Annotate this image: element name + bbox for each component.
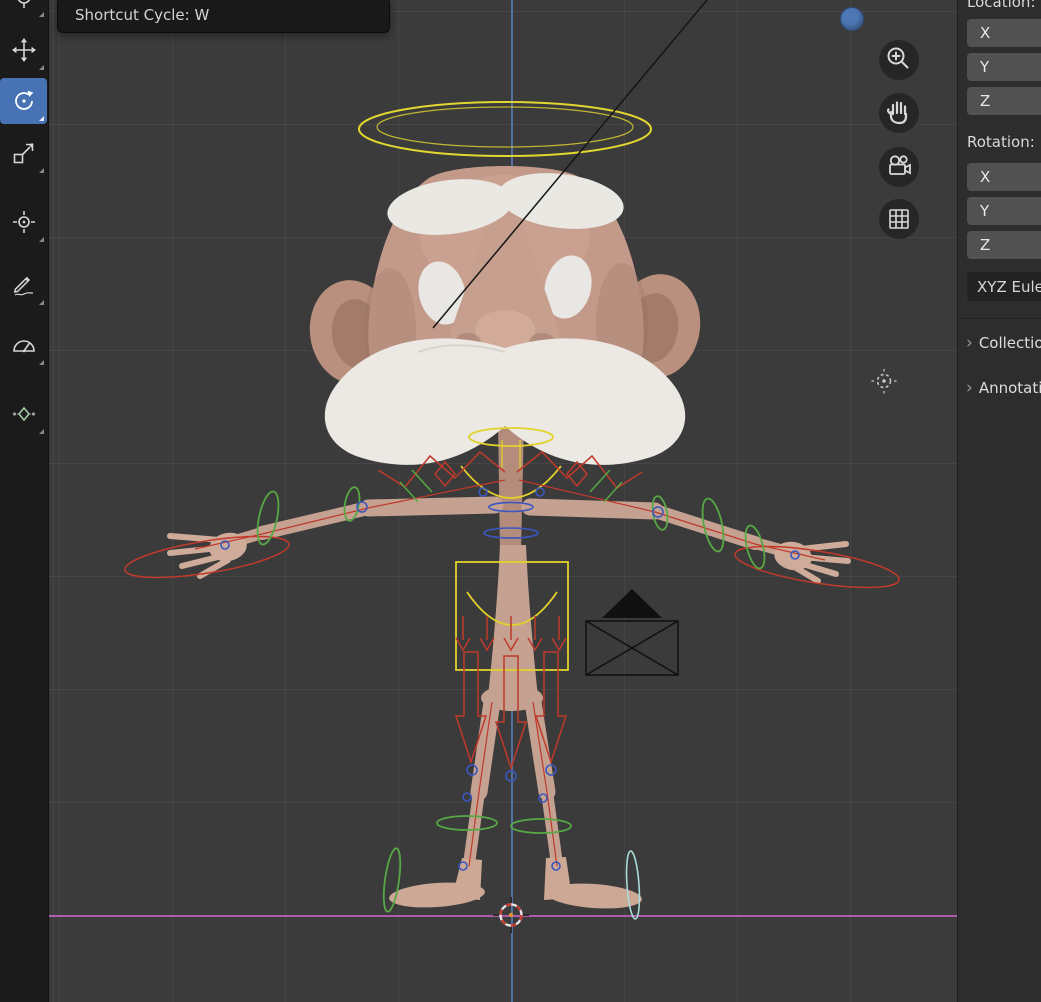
panel-separator — [958, 318, 1041, 319]
grid-icon — [879, 199, 919, 239]
axis-label: Z — [980, 92, 990, 110]
transform-gizmo-icon — [11, 209, 37, 235]
rotation-y-field[interactable]: Y — [967, 197, 1041, 225]
axis-label: Y — [980, 58, 989, 76]
tool-move[interactable] — [0, 27, 47, 73]
section-label: Annotations — [979, 379, 1041, 397]
cyan-ring — [625, 851, 642, 920]
section-label: Collections — [979, 334, 1041, 352]
chevron-right-icon: › — [966, 380, 973, 397]
camera-view-button[interactable] — [879, 147, 919, 187]
tooltip-text: Shortcut Cycle: W — [75, 6, 209, 24]
scale-icon — [11, 140, 37, 166]
light-object-icon — [872, 369, 897, 394]
pan-button[interactable] — [879, 93, 919, 133]
empty-object — [586, 589, 678, 675]
tool-measure[interactable] — [0, 322, 47, 368]
transform-sidebar: Location: X Y Z Rotation: X Y Z XYZ Eule… — [957, 0, 1041, 1002]
magnifier-plus-icon — [879, 40, 919, 80]
location-label: Location: — [967, 0, 1036, 11]
rotation-x-field[interactable]: X — [967, 163, 1041, 191]
toolbar — [0, 0, 49, 1002]
tool-transform[interactable] — [0, 199, 47, 245]
location-z-field[interactable]: Z — [967, 87, 1041, 115]
cursor-crosshair-icon — [11, 0, 37, 10]
location-y-field[interactable]: Y — [967, 53, 1041, 81]
section-collections[interactable]: › Collections — [958, 328, 1041, 358]
section-annotations[interactable]: › Annotations — [958, 373, 1041, 403]
toggle-grid-button[interactable] — [879, 199, 919, 239]
tool-cursor[interactable] — [0, 0, 47, 20]
halo — [359, 102, 651, 156]
rotation-mode-dropdown[interactable]: XYZ Euler — [967, 272, 1041, 301]
tool-pose-breakdowner[interactable] — [0, 391, 47, 437]
move-arrows-icon — [11, 37, 37, 63]
axis-label: Y — [980, 202, 989, 220]
axis-label: X — [980, 24, 990, 42]
rotation-z-field[interactable]: Z — [967, 231, 1041, 259]
rotation-label: Rotation: — [967, 133, 1035, 151]
camera-icon — [879, 147, 919, 187]
breakdowner-diamond-icon — [11, 401, 37, 427]
axis-label: X — [980, 168, 990, 186]
tool-annotate[interactable] — [0, 262, 47, 308]
tool-scale[interactable] — [0, 130, 47, 176]
tooltip: Shortcut Cycle: W — [57, 0, 390, 33]
cursor-3d — [493, 897, 529, 933]
measure-protractor-icon — [11, 332, 37, 358]
rotation-mode-value: XYZ Euler — [977, 278, 1041, 296]
navigation-gizmo-ball[interactable] — [840, 7, 864, 31]
location-x-field[interactable]: X — [967, 19, 1041, 47]
zoom-button[interactable] — [879, 40, 919, 80]
axis-label: Z — [980, 236, 990, 254]
rotate-icon — [11, 88, 37, 114]
annotate-pencil-icon — [11, 272, 37, 298]
hand-icon — [879, 93, 919, 133]
chevron-right-icon: › — [966, 335, 973, 352]
tool-rotate[interactable] — [0, 78, 47, 124]
